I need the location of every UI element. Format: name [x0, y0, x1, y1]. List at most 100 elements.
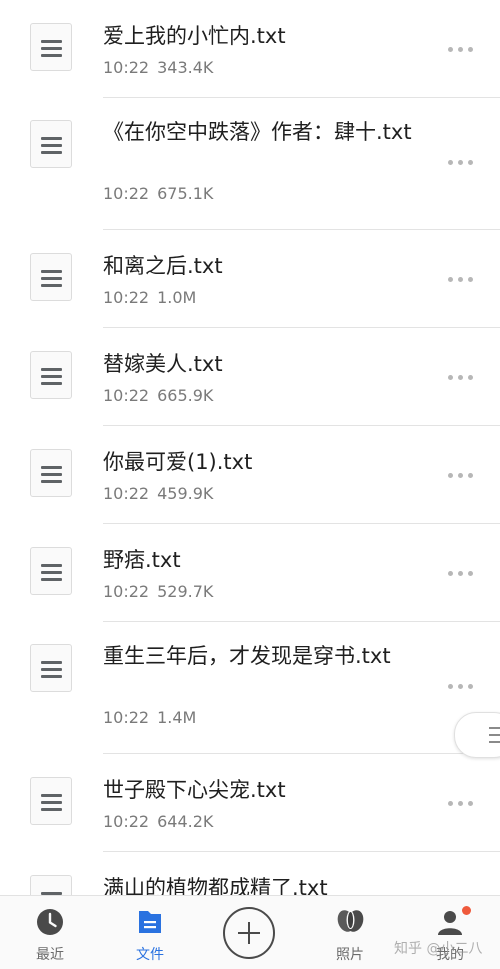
file-meta: 10:22 675.1K: [103, 184, 213, 204]
floating-menu-handle[interactable]: [454, 712, 500, 758]
nav-photos[interactable]: 照片: [310, 896, 390, 969]
more-options-icon[interactable]: [448, 371, 476, 383]
file-row[interactable]: 替嫁美人.txt 10:22 665.9K: [0, 328, 500, 426]
file-name: 你最可爱(1).txt: [103, 450, 253, 474]
handle-line: [489, 741, 500, 743]
file-time: 10:22: [103, 288, 150, 307]
more-options-icon[interactable]: [448, 680, 476, 692]
file-time: 10:22: [103, 708, 150, 727]
more-options-icon[interactable]: [448, 567, 476, 579]
watermark: 知乎 @小二八: [394, 941, 483, 957]
file-meta: 10:22 1.0M: [103, 288, 196, 308]
file-time: 10:22: [103, 386, 150, 405]
text-file-icon-line: [41, 277, 62, 280]
more-options-icon[interactable]: [448, 797, 476, 809]
clock-icon: [37, 909, 63, 935]
file-meta: 10:22 343.4K: [103, 58, 213, 78]
text-file-icon: [30, 23, 72, 71]
add-button[interactable]: [223, 907, 275, 959]
nav-recent[interactable]: 最近: [10, 896, 90, 969]
photos-icon: [337, 910, 364, 932]
file-row[interactable]: 野痞.txt 10:22 529.7K: [0, 524, 500, 622]
text-file-icon: [30, 644, 72, 692]
text-file-icon-line: [41, 801, 62, 804]
text-file-icon-line: [41, 661, 62, 664]
file-name: 野痞.txt: [103, 548, 181, 572]
more-options-icon[interactable]: [448, 469, 476, 481]
nav-recent-label: 最近: [36, 947, 64, 963]
notification-dot: [462, 906, 471, 915]
file-meta: 10:22 459.9K: [103, 484, 213, 504]
text-file-icon-line: [41, 578, 62, 581]
file-row[interactable]: 满山的植物都成精了.txt10:22624.1K: [0, 852, 500, 895]
text-file-icon-line: [41, 137, 62, 140]
file-row[interactable]: 爱上我的小忙内.txt 10:22 343.4K: [0, 0, 500, 98]
text-file-icon: [30, 777, 72, 825]
file-size: 459.9K: [157, 484, 214, 503]
file-row[interactable]: 《在你空中跌落》作者：肆十.txt 10:22 675.1K: [0, 98, 500, 230]
file-size: 665.9K: [157, 386, 214, 405]
file-time: 10:22: [103, 184, 150, 203]
file-meta: 10:22 644.2K: [103, 812, 213, 832]
text-file-icon-line: [41, 466, 62, 469]
text-file-icon: [30, 449, 72, 497]
handle-line: [489, 734, 500, 736]
more-options-icon[interactable]: [448, 273, 476, 285]
file-name: 重生三年后，才发现是穿书.txt: [103, 644, 391, 668]
more-options-icon[interactable]: [448, 43, 476, 55]
text-file-icon-line: [41, 480, 62, 483]
text-file-icon-line: [41, 40, 62, 43]
file-name: 和离之后.txt: [103, 254, 223, 278]
file-time: 10:22: [103, 582, 150, 601]
text-file-icon-line: [41, 382, 62, 385]
nav-files[interactable]: 文件: [110, 896, 190, 969]
file-meta: 10:22 1.4M: [103, 708, 196, 728]
file-list: 爱上我的小忙内.txt 10:22 343.4K 《在你空中跌落》作者：肆十.txt 1…: [0, 0, 500, 895]
file-row[interactable]: 重生三年后，才发现是穿书.txt 10:22 1.4M: [0, 622, 500, 754]
file-name: 爱上我的小忙内.txt: [103, 24, 286, 48]
file-size: 675.1K: [157, 184, 214, 203]
more-options-icon[interactable]: [448, 156, 476, 168]
text-file-icon-line: [41, 571, 62, 574]
file-icon: [139, 911, 161, 933]
file-size: 1.0M: [157, 288, 197, 307]
text-file-icon: [30, 875, 72, 895]
text-file-icon-line: [41, 808, 62, 811]
text-file-icon: [30, 253, 72, 301]
file-meta: 10:22 529.7K: [103, 582, 213, 602]
text-file-icon-line: [41, 54, 62, 57]
text-file-icon: [30, 120, 72, 168]
text-file-icon: [30, 547, 72, 595]
nav-photos-label: 照片: [336, 947, 364, 963]
text-file-icon-line: [41, 368, 62, 371]
text-file-icon-line: [41, 375, 62, 378]
file-name: 替嫁美人.txt: [103, 352, 223, 376]
file-time: 10:22: [103, 812, 150, 831]
text-file-icon-line: [41, 473, 62, 476]
file-size: 1.4M: [157, 708, 197, 727]
file-row[interactable]: 世子殿下心尖宠.txt 10:22 644.2K: [0, 754, 500, 852]
file-meta: 10:22 665.9K: [103, 386, 213, 406]
text-file-icon-line: [41, 151, 62, 154]
text-file-icon-line: [41, 675, 62, 678]
text-file-icon-line: [41, 794, 62, 797]
file-time: 10:22: [103, 484, 150, 503]
file-size: 644.2K: [157, 812, 214, 831]
file-row[interactable]: 你最可爱(1).txt 10:22 459.9K: [0, 426, 500, 524]
file-name: 世子殿下心尖宠.txt: [103, 778, 286, 802]
file-manager-screen: 爱上我的小忙内.txt 10:22 343.4K 《在你空中跌落》作者：肆十.txt 1…: [0, 0, 500, 969]
user-icon: [438, 911, 462, 935]
file-size: 529.7K: [157, 582, 214, 601]
nav-files-label: 文件: [136, 947, 164, 963]
text-file-icon-line: [41, 284, 62, 287]
text-file-icon-line: [41, 47, 62, 50]
text-file-icon-line: [41, 668, 62, 671]
text-file-icon: [30, 351, 72, 399]
file-name: 《在你空中跌落》作者：肆十.txt: [103, 120, 412, 144]
file-row[interactable]: 和离之后.txt 10:22 1.0M: [0, 230, 500, 328]
handle-line: [489, 727, 500, 729]
text-file-icon-line: [41, 144, 62, 147]
file-name: 满山的植物都成精了.txt: [103, 876, 328, 895]
plus-icon-stroke: [248, 922, 250, 944]
nav-mine[interactable]: 我的: [410, 896, 490, 969]
